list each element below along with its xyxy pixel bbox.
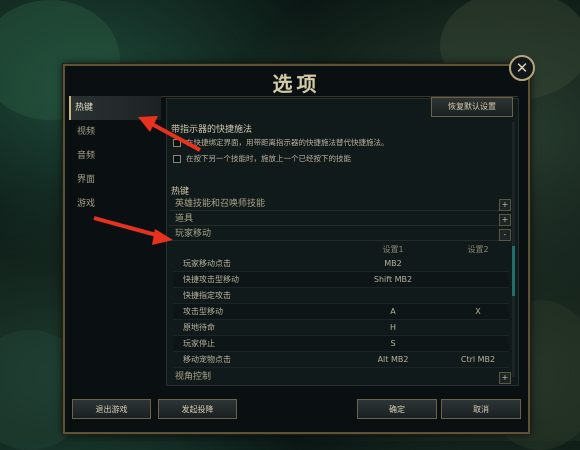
table-row: 快捷攻击型移动 Shift MB2 (173, 272, 509, 288)
table-row: 攻击型移动 A X (173, 304, 509, 320)
hotkeys-section-title: 热键 (171, 187, 190, 197)
binding-label: 玩家停止 (183, 339, 215, 348)
table-row: 玩家移动点击 MB2 (173, 256, 509, 272)
binding-slot-2[interactable]: X (433, 304, 523, 319)
binding-slot-2[interactable]: Ctrl MB2 (433, 352, 523, 367)
bindings-header: 设置1 设置2 (173, 244, 509, 256)
sidebar-item-audio[interactable]: 音频 (69, 144, 161, 168)
table-row: 移动宠物点击 Alt MB2 Ctrl MB2 (173, 352, 509, 368)
sidebar-item-label: 音频 (77, 151, 96, 161)
category-label: 英雄技能和召唤师技能 (175, 199, 266, 209)
category-champion-abilities[interactable]: 英雄技能和召唤师技能 + (169, 197, 511, 211)
binding-label: 快捷指定攻击 (183, 291, 231, 300)
category-player-movement[interactable]: 玩家移动 - (169, 227, 511, 241)
checkbox[interactable] (173, 154, 181, 163)
expand-icon[interactable]: + (499, 199, 511, 211)
options-dialog: 选项 热键 视频 音频 界面 游戏 恢复默认设置 带指示器的快捷施法 在快捷绑定… (63, 64, 530, 434)
exit-game-button[interactable]: 退出游戏 (72, 399, 151, 419)
expand-icon[interactable]: + (499, 372, 511, 384)
category-label: 视角控制 (175, 372, 212, 382)
sidebar-item-label: 游戏 (77, 199, 96, 209)
checkbox[interactable] (173, 138, 181, 147)
expand-icon[interactable]: + (499, 214, 511, 226)
category-camera-control[interactable]: 视角控制 + (169, 370, 511, 384)
table-row: 快捷指定攻击 (173, 288, 509, 304)
sidebar-item-label: 热键 (75, 103, 94, 113)
binding-label: 快捷攻击型移动 (183, 275, 239, 284)
binding-label: 攻击型移动 (183, 307, 223, 316)
binding-slot-1[interactable]: S (348, 336, 438, 351)
binding-slot-1[interactable]: Shift MB2 (348, 272, 438, 287)
checkbox-label: 在快捷绑定界面，用带距离指示器的快捷施法替代快捷施法。 (186, 138, 389, 147)
sidebar-item-interface[interactable]: 界面 (69, 168, 161, 192)
quickcast-option-2[interactable]: 在按下另一个技能时，施放上一个已经按下的技能 (173, 153, 351, 164)
sidebar-item-label: 界面 (77, 175, 96, 185)
quickcast-option-1[interactable]: 在快捷绑定界面，用带距离指示器的快捷施法替代快捷施法。 (173, 137, 389, 148)
table-row: 原地待命 H (173, 320, 509, 336)
sidebar-item-label: 视频 (77, 127, 96, 137)
ok-button[interactable]: 确定 (357, 399, 437, 419)
sidebar-item-game[interactable]: 游戏 (69, 192, 161, 216)
binding-slot-1[interactable]: H (348, 320, 438, 335)
sidebar-item-hotkeys[interactable]: 热键 (69, 96, 161, 120)
category-items[interactable]: 道具 + (169, 212, 511, 226)
close-icon[interactable]: ✕ (509, 55, 535, 81)
binding-label: 原地待命 (183, 323, 215, 332)
table-row: 玩家停止 S (173, 336, 509, 352)
binding-label: 玩家移动点击 (183, 259, 231, 268)
movement-bindings-table: 设置1 设置2 玩家移动点击 MB2 快捷攻击型移动 Shift MB2 快捷指… (173, 244, 509, 368)
binding-label: 移动宠物点击 (183, 355, 231, 364)
category-label: 玩家移动 (175, 229, 212, 239)
checkbox-label: 在按下另一个技能时，施放上一个已经按下的技能 (186, 154, 351, 163)
binding-slot-1[interactable]: A (348, 304, 438, 319)
quickcast-section-title: 带指示器的快捷施法 (171, 125, 253, 135)
options-sidebar: 热键 视频 音频 界面 游戏 (69, 96, 161, 216)
cancel-button[interactable]: 取消 (441, 399, 521, 419)
binding-slot-1[interactable]: Alt MB2 (348, 352, 438, 367)
dialog-title: 选项 (272, 72, 321, 96)
binding-slot-1[interactable]: MB2 (348, 256, 438, 271)
category-label: 道具 (175, 214, 194, 224)
column-header-set2: 设置2 (467, 245, 489, 254)
column-header-set1: 设置1 (382, 245, 404, 254)
restore-defaults-button[interactable]: 恢复默认设置 (431, 97, 513, 117)
surrender-button[interactable]: 发起投降 (158, 399, 237, 419)
collapse-icon[interactable]: - (499, 229, 511, 241)
sidebar-item-video[interactable]: 视频 (69, 120, 161, 144)
